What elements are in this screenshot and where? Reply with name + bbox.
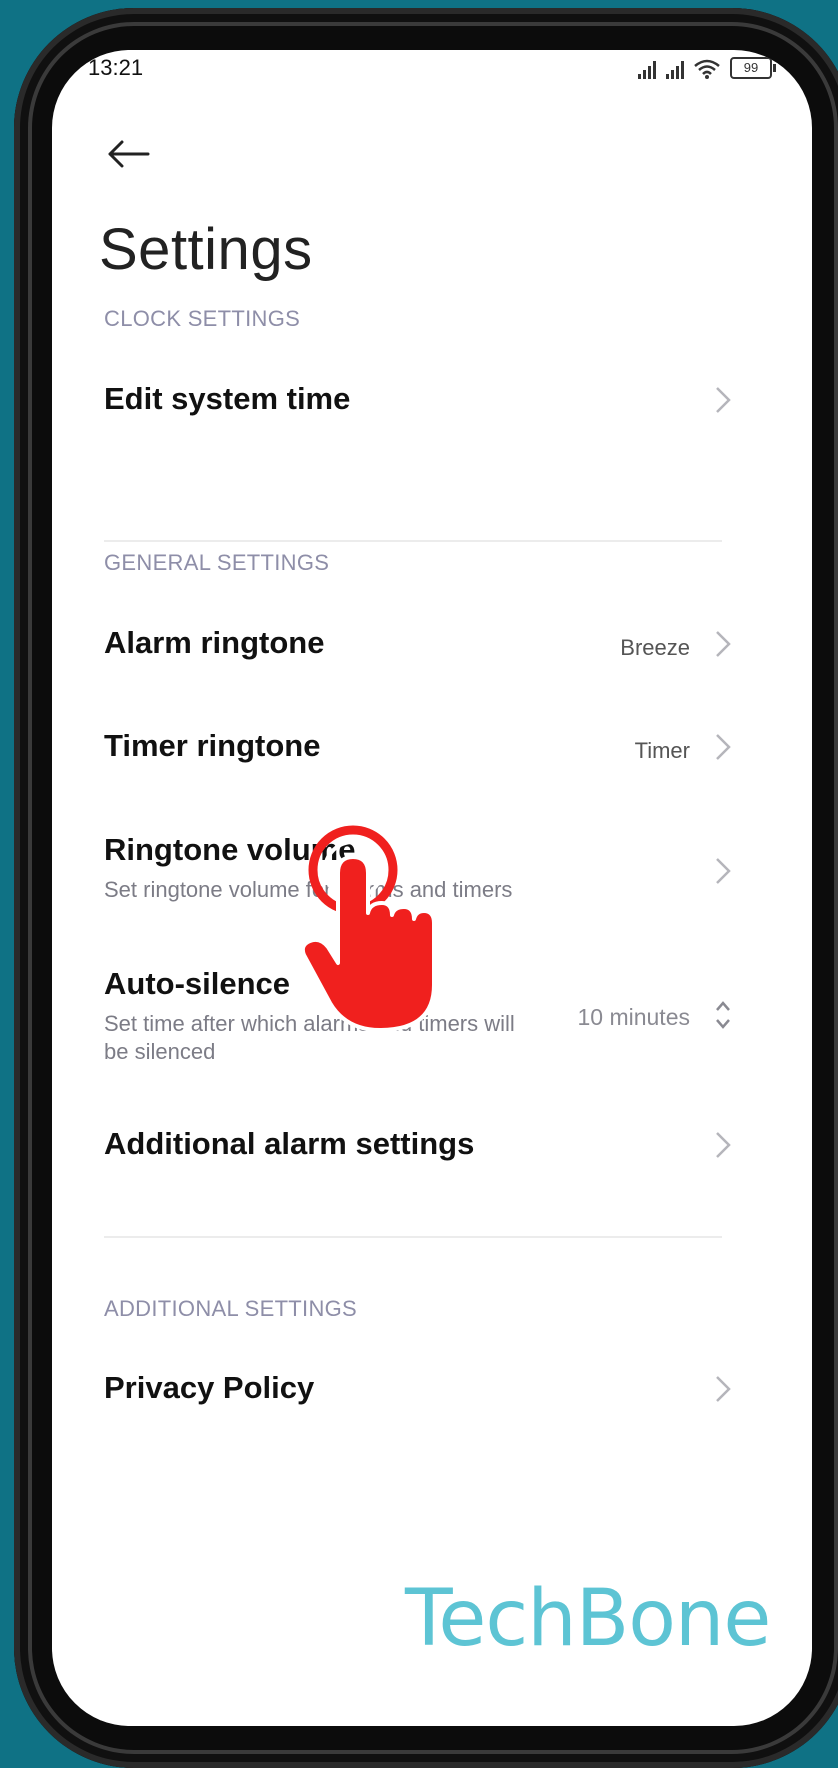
settings-row-additional-alarm-settings[interactable]: Additional alarm settings xyxy=(104,1126,732,1176)
section-header-additional: ADDITIONAL SETTINGS xyxy=(104,1296,358,1321)
divider xyxy=(104,540,722,542)
chevron-right-icon xyxy=(716,1376,731,1402)
chevron-right-icon xyxy=(716,387,731,413)
settings-row-timer-ringtone[interactable]: Timer ringtone Timer xyxy=(104,728,732,778)
section-header-clock: CLOCK SETTINGS xyxy=(104,306,301,331)
status-time: 13:21 xyxy=(88,55,144,80)
settings-row-privacy-policy[interactable]: Privacy Policy xyxy=(104,1370,732,1420)
row-value: 10 minutes xyxy=(577,1004,690,1030)
settings-row-edit-system-time[interactable]: Edit system time xyxy=(104,381,732,431)
divider xyxy=(104,1236,722,1238)
chevron-right-icon xyxy=(716,858,731,884)
watermark: TechBone xyxy=(405,1574,771,1664)
row-title: Edit system time xyxy=(104,381,351,416)
tap-hand-icon xyxy=(300,825,436,1032)
back-arrow-icon xyxy=(108,140,150,168)
battery-icon: 99 xyxy=(730,57,776,79)
row-title: Additional alarm settings xyxy=(104,1126,475,1161)
section-header-general: GENERAL SETTINGS xyxy=(104,550,330,575)
signal-icon xyxy=(666,59,684,79)
chevron-right-icon xyxy=(716,734,731,760)
page-title: Settings xyxy=(99,217,313,282)
signal-icon xyxy=(638,59,656,79)
settings-row-alarm-ringtone[interactable]: Alarm ringtone Breeze xyxy=(104,625,732,675)
row-title: Privacy Policy xyxy=(104,1370,315,1405)
status-icons: 99 xyxy=(638,57,776,79)
status-bar: 13:21 99 xyxy=(52,50,812,90)
up-down-chevron-icon xyxy=(716,1001,730,1029)
wifi-icon xyxy=(694,59,720,79)
row-value: Timer xyxy=(634,738,690,763)
chevron-right-icon xyxy=(716,631,731,657)
back-button[interactable] xyxy=(100,126,156,182)
chevron-right-icon xyxy=(716,1132,731,1158)
row-value: Breeze xyxy=(620,635,690,660)
